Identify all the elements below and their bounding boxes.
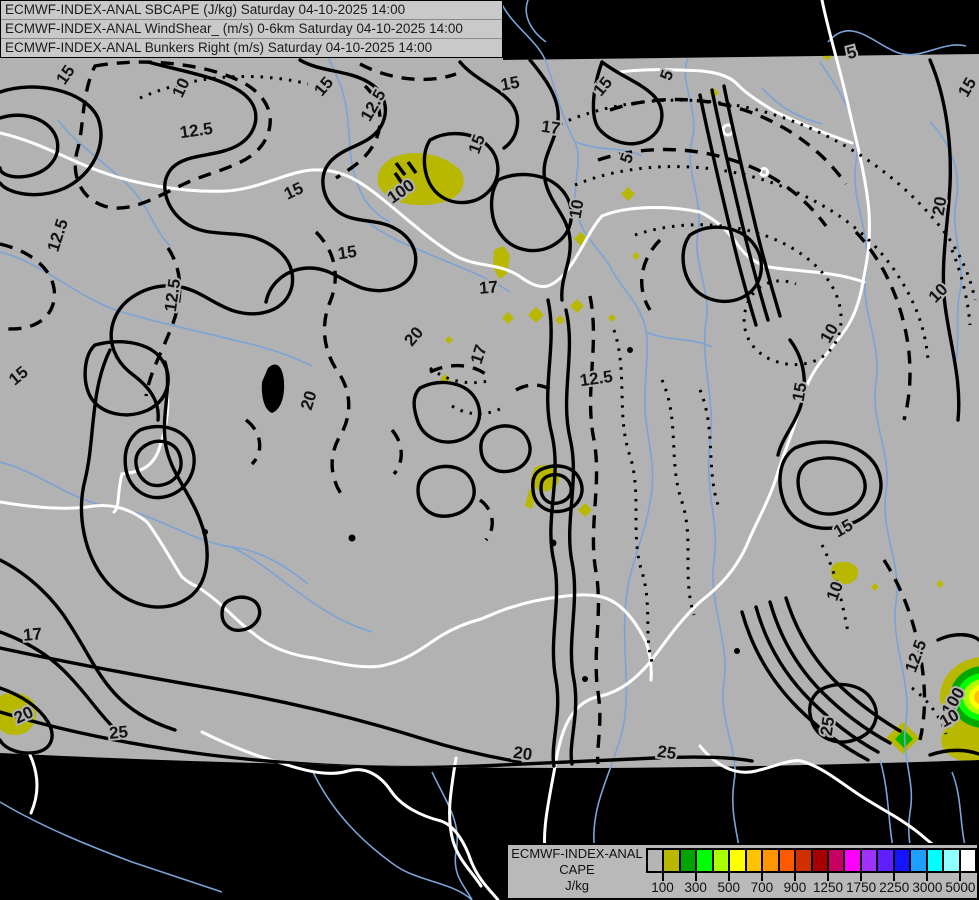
legend-swatch — [811, 850, 827, 871]
legend-swatch — [893, 850, 909, 871]
cape-legend: ECMWF-INDEX-ANAL CAPE J/kg 1003005007009… — [506, 843, 979, 900]
legend-swatch — [926, 850, 942, 871]
legend-unit: J/kg — [510, 878, 644, 894]
legend-swatch — [761, 850, 777, 871]
legend-model-name: ECMWF-INDEX-ANAL — [510, 846, 644, 862]
legend-swatch — [794, 850, 810, 871]
contour-label: 15 — [337, 242, 358, 263]
map-projection-area — [0, 0, 979, 768]
contour-label: 25 — [656, 742, 677, 763]
contour-label: 17 — [22, 624, 43, 645]
legend-scale-labels: 10030050070090012501750225030005000 — [646, 880, 977, 896]
title-bar-sbcape: ECMWF-INDEX-ANAL SBCAPE (J/kg) Saturday … — [1, 1, 502, 20]
legend-swatch — [942, 850, 958, 871]
title-block: ECMWF-INDEX-ANAL SBCAPE (J/kg) Saturday … — [0, 0, 503, 58]
legend-swatch — [876, 850, 892, 871]
weather-map-screenshot: 151012.51512.5151515551517155100102012.5… — [0, 0, 979, 900]
legend-parameter-name: CAPE — [510, 862, 644, 878]
contour-label: 17 — [540, 117, 561, 138]
legend-swatch — [728, 850, 744, 871]
legend-swatch — [959, 850, 975, 871]
contour-label: 15 — [499, 73, 521, 95]
legend-swatch — [860, 850, 876, 871]
legend-swatch — [695, 850, 711, 871]
contour-label: 15 — [789, 381, 811, 403]
legend-swatch — [712, 850, 728, 871]
legend-swatch — [662, 850, 678, 871]
contour-label: 25 — [817, 716, 838, 737]
contour-label: 25 — [108, 722, 129, 743]
legend-scale-value: 5000 — [938, 880, 979, 895]
legend-text-block: ECMWF-INDEX-ANAL CAPE J/kg — [510, 846, 644, 894]
legend-swatch — [778, 850, 794, 871]
contour-label: 10 — [566, 198, 588, 220]
legend-swatch — [745, 850, 761, 871]
title-bar-windshear: ECMWF-INDEX-ANAL WindShear_ (m/s) 0-6km … — [1, 20, 502, 39]
legend-swatches — [646, 848, 977, 873]
weather-map: 151012.51512.5151515551517155100102012.5… — [0, 0, 979, 900]
contour-label: 20 — [929, 195, 951, 217]
contour-label: 17 — [478, 277, 499, 298]
legend-swatch — [679, 850, 695, 871]
title-bar-bunkers-right: ECMWF-INDEX-ANAL Bunkers Right (m/s) Sat… — [1, 39, 502, 57]
contour-label: 20 — [512, 743, 533, 764]
legend-swatch — [909, 850, 925, 871]
legend-swatch — [648, 850, 662, 871]
legend-swatch — [843, 850, 859, 871]
legend-swatch — [827, 850, 843, 871]
